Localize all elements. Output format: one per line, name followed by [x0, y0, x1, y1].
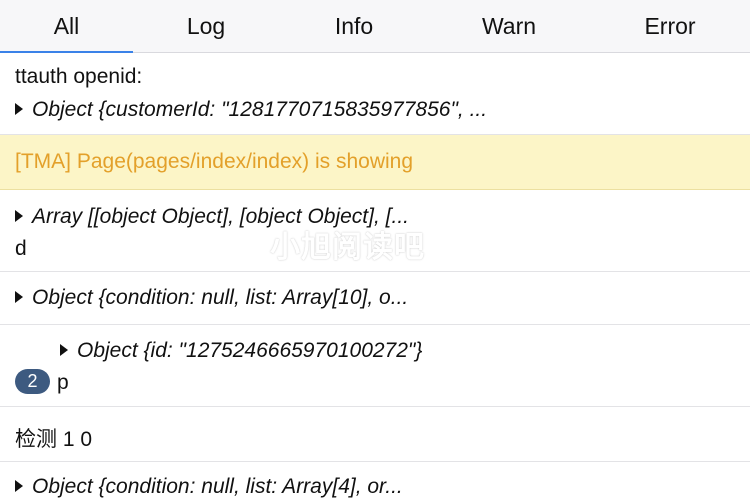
expand-triangle-icon[interactable] [15, 480, 23, 492]
log-entry-warn: [TMA] Page(pages/index/index) is showing [0, 135, 750, 190]
log-entry: ttauth openid: Object {customerId: "1281… [0, 53, 750, 135]
tab-warn[interactable]: Warn [450, 0, 568, 52]
object-preview-text: Object {id: "1275246665970100272"} [77, 339, 423, 362]
object-preview[interactable]: Object {condition: null, list: Array[10]… [15, 286, 408, 310]
tab-all[interactable]: All [0, 0, 133, 52]
log-entry: Object {condition: null, list: Array[4],… [0, 462, 750, 502]
expand-triangle-icon[interactable] [15, 103, 23, 115]
log-entry: Object {condition: null, list: Array[10]… [0, 272, 750, 325]
log-message: 检测 1 0 [15, 428, 93, 451]
log-message-grouped: 2p [15, 369, 69, 395]
warn-message: [TMA] Page(pages/index/index) is showing [15, 150, 414, 173]
repeat-count-badge: 2 [15, 369, 50, 394]
expand-triangle-icon[interactable] [15, 291, 23, 303]
log-entry: Object {id: "1275246665970100272"} 2p [0, 325, 750, 407]
object-preview[interactable]: Object {condition: null, list: Array[4],… [15, 475, 403, 499]
log-entry: 检测 1 0 [0, 407, 750, 462]
tab-error[interactable]: Error [600, 0, 740, 52]
expand-triangle-icon[interactable] [15, 210, 23, 222]
log-message: ttauth openid: [15, 65, 143, 88]
tab-log[interactable]: Log [150, 0, 262, 52]
console-log-list: ttauth openid: Object {customerId: "1281… [0, 53, 750, 502]
tab-info[interactable]: Info [300, 0, 408, 52]
object-preview[interactable]: Object {id: "1275246665970100272"} [60, 339, 422, 363]
watermark: 小旭阅读吧 [270, 231, 425, 264]
console-tab-bar: All Log Info Warn Error [0, 0, 750, 53]
object-preview-text: Object {condition: null, list: Array[10]… [32, 286, 409, 309]
object-preview-text: Object {customerId: "1281770715835977856… [32, 98, 488, 121]
log-message: d [15, 237, 27, 260]
log-entry: Array [[object Object], [object Object],… [0, 190, 750, 272]
log-message: p [57, 371, 69, 394]
object-preview-text: Object {condition: null, list: Array[4],… [32, 475, 403, 498]
expand-triangle-icon[interactable] [60, 344, 68, 356]
object-preview[interactable]: Object {customerId: "1281770715835977856… [15, 98, 487, 122]
